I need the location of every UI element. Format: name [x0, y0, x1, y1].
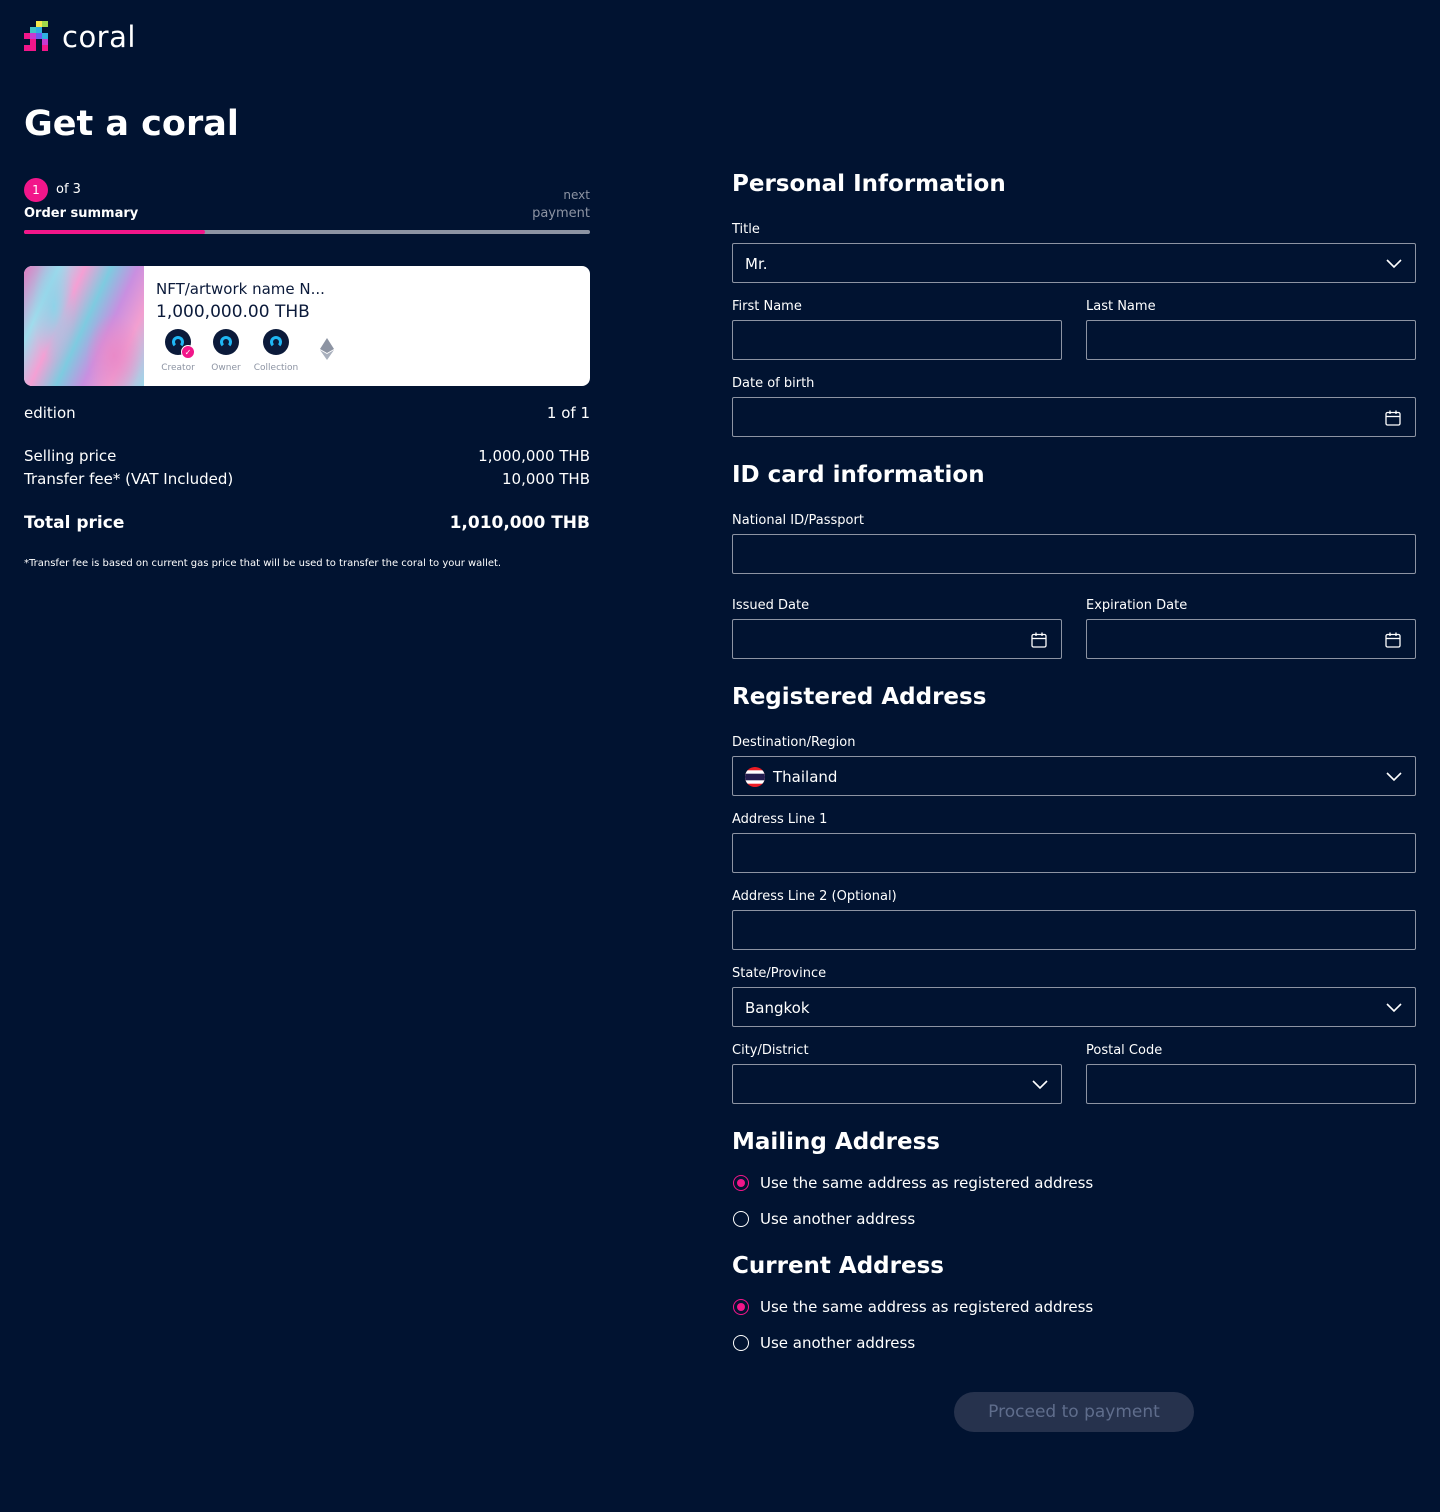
- current-option-other-label: Use another address: [760, 1334, 916, 1352]
- avatar-label-owner: Owner: [211, 363, 241, 373]
- nft-artwork-image: [24, 266, 144, 386]
- dob-label: Date of birth: [732, 376, 815, 391]
- radio-unselected[interactable]: [733, 1211, 749, 1227]
- selling-price-value: 1,000,000 THB: [478, 447, 590, 465]
- last-name-field[interactable]: [1086, 320, 1416, 360]
- step-badge: 1: [24, 178, 48, 202]
- expiration-date-field[interactable]: [1086, 619, 1416, 659]
- edition-label: edition: [24, 404, 76, 422]
- total-price-label: Total price: [24, 513, 125, 533]
- proceed-to-payment-button[interactable]: Proceed to payment: [954, 1392, 1194, 1432]
- thailand-flag-icon: [745, 767, 765, 787]
- personal-info-heading: Personal Information: [732, 171, 1006, 197]
- title-label: Title: [732, 222, 760, 237]
- dob-field[interactable]: [732, 397, 1416, 437]
- page-title: Get a coral: [24, 104, 239, 144]
- mailing-option-same-label: Use the same address as registered addre…: [760, 1174, 1094, 1192]
- first-name-label: First Name: [732, 299, 802, 314]
- destination-value: Thailand: [773, 768, 838, 786]
- mailing-address-heading: Mailing Address: [732, 1129, 940, 1155]
- logo-text: coral: [62, 20, 136, 54]
- state-value: Bangkok: [745, 999, 810, 1017]
- brand-logo[interactable]: coral: [24, 20, 136, 54]
- postal-code-field[interactable]: [1086, 1064, 1416, 1104]
- state-label: State/Province: [732, 966, 827, 981]
- mailing-option-other-label: Use another address: [760, 1210, 916, 1228]
- destination-select[interactable]: Thailand: [732, 756, 1416, 796]
- total-price-value: 1,010,000 THB: [449, 513, 590, 533]
- transfer-fee-label: Transfer fee* (VAT Included): [24, 470, 234, 488]
- current-option-same-label: Use the same address as registered addre…: [760, 1298, 1094, 1316]
- calendar-icon[interactable]: [1384, 409, 1402, 427]
- collection-avatar[interactable]: [263, 329, 289, 355]
- transfer-fee-footnote: *Transfer fee is based on current gas pr…: [24, 558, 502, 569]
- coral-logo-icon: [24, 21, 56, 53]
- city-select[interactable]: [732, 1064, 1062, 1104]
- selling-price-label: Selling price: [24, 447, 117, 465]
- avatar-label-creator: Creator: [161, 363, 195, 373]
- current-option-other[interactable]: Use another address: [733, 1334, 915, 1352]
- issued-date-label: Issued Date: [732, 598, 810, 613]
- current-address-heading: Current Address: [732, 1253, 944, 1279]
- address-line2-label: Address Line 2 (Optional): [732, 889, 897, 904]
- progress-fill: [24, 230, 205, 234]
- progress-bar: [24, 230, 590, 234]
- step-next-caption: next: [563, 188, 590, 202]
- chevron-down-icon: [1386, 772, 1402, 782]
- title-select-value: Mr.: [745, 255, 768, 273]
- step-current-label: Order summary: [24, 206, 139, 221]
- national-id-label: National ID/Passport: [732, 513, 864, 528]
- last-name-label: Last Name: [1086, 299, 1156, 314]
- city-label: City/District: [732, 1043, 809, 1058]
- radio-unselected[interactable]: [733, 1335, 749, 1351]
- transfer-fee-value: 10,000 THB: [502, 470, 590, 488]
- calendar-icon[interactable]: [1030, 631, 1048, 649]
- verified-check-icon: ✓: [181, 345, 195, 359]
- registered-address-heading: Registered Address: [732, 684, 987, 710]
- national-id-field[interactable]: [732, 534, 1416, 574]
- avatar-label-collection: Collection: [253, 363, 299, 373]
- chevron-down-icon: [1386, 1003, 1402, 1013]
- id-card-heading: ID card information: [732, 462, 985, 488]
- radio-selected[interactable]: [733, 1299, 749, 1315]
- owner-avatar[interactable]: [213, 329, 239, 355]
- edition-value: 1 of 1: [546, 404, 590, 422]
- expiration-date-label: Expiration Date: [1086, 598, 1188, 613]
- nft-name: NFT/artwork name N...: [156, 280, 325, 298]
- nft-price: 1,000,000.00 THB: [156, 302, 310, 322]
- destination-label: Destination/Region: [732, 735, 856, 750]
- current-option-same[interactable]: Use the same address as registered addre…: [733, 1298, 1093, 1316]
- issued-date-field[interactable]: [732, 619, 1062, 659]
- nft-card[interactable]: NFT/artwork name N... 1,000,000.00 THB ✓…: [24, 266, 590, 386]
- state-select[interactable]: Bangkok: [732, 987, 1416, 1027]
- title-select[interactable]: Mr.: [732, 243, 1416, 283]
- first-name-field[interactable]: [732, 320, 1062, 360]
- address-line2-field[interactable]: [732, 910, 1416, 950]
- postal-code-label: Postal Code: [1086, 1043, 1163, 1058]
- step-count: of 3: [56, 182, 81, 197]
- radio-selected[interactable]: [733, 1175, 749, 1191]
- chevron-down-icon: [1032, 1080, 1048, 1090]
- calendar-icon[interactable]: [1384, 631, 1402, 649]
- mailing-option-same[interactable]: Use the same address as registered addre…: [733, 1174, 1093, 1192]
- chevron-down-icon: [1386, 259, 1402, 269]
- address-line1-field[interactable]: [732, 833, 1416, 873]
- ethereum-icon: [320, 338, 334, 360]
- step-next-label: payment: [532, 206, 590, 221]
- address-line1-label: Address Line 1: [732, 812, 828, 827]
- mailing-option-other[interactable]: Use another address: [733, 1210, 915, 1228]
